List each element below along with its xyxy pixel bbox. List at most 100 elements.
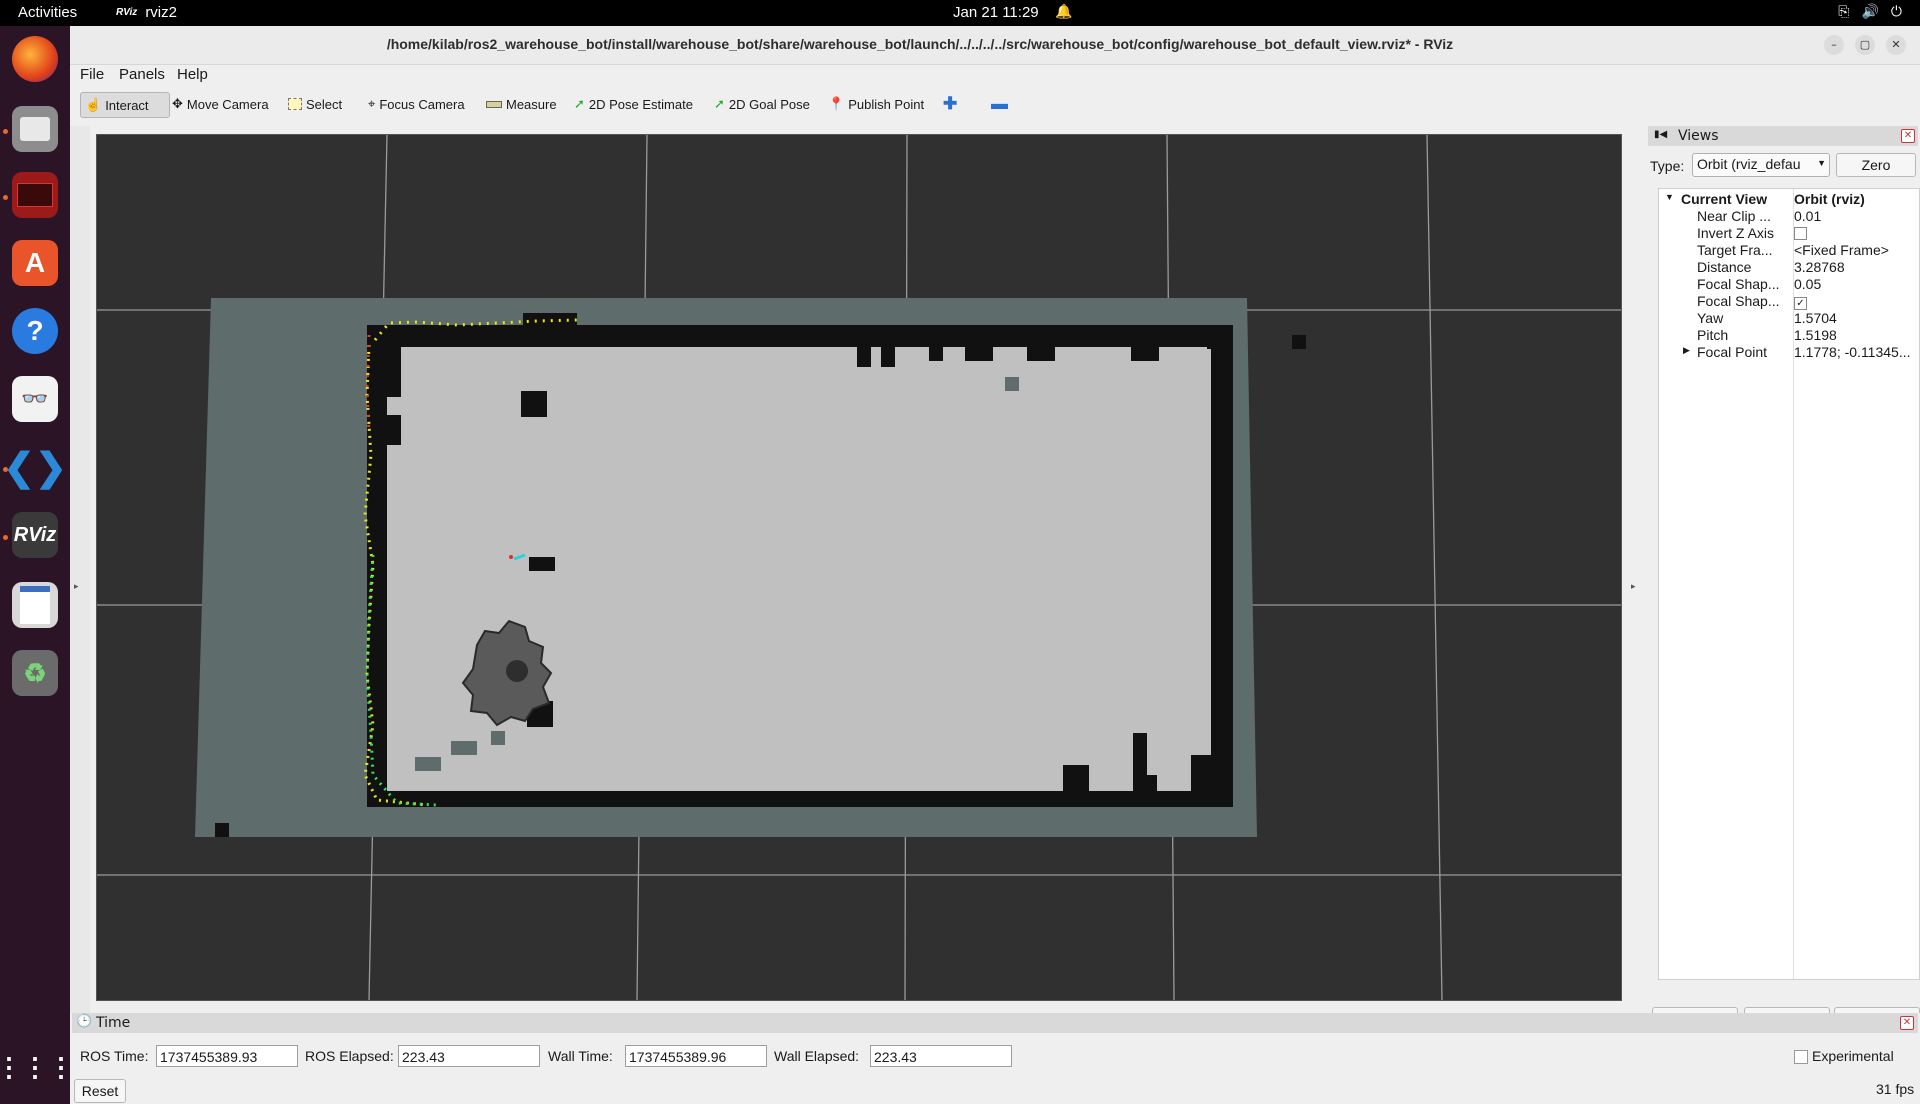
wall-elapsed-field[interactable]: 223.43 xyxy=(870,1045,1012,1067)
remove-tool-icon[interactable]: ▬ xyxy=(987,92,1012,116)
experimental-checkbox[interactable] xyxy=(1794,1050,1808,1064)
prop-row[interactable]: Near Clip ... 0.01 xyxy=(1659,208,1919,225)
tool-publish-point[interactable]: 📍 Publish Point xyxy=(824,92,928,116)
minimize-button[interactable]: – xyxy=(1824,35,1844,55)
wall-elapsed-label: Wall Elapsed: xyxy=(774,1048,860,1064)
active-app-indicator[interactable]: RViz rviz2 xyxy=(116,4,177,21)
active-app-name: rviz2 xyxy=(145,4,177,21)
expand-left-icon[interactable]: ▸ xyxy=(74,582,79,592)
tree-row-current-view[interactable]: ▼ Current View Orbit (rviz) xyxy=(1659,191,1919,208)
time-panel-header[interactable]: 🕒 Time ✕ xyxy=(72,1013,1918,1033)
trash-icon[interactable]: ♻ xyxy=(12,650,58,696)
tool-interact-label: Interact xyxy=(105,97,149,113)
tool-move-camera[interactable]: ✥ Move Camera xyxy=(168,92,273,116)
invert-z-checkbox[interactable] xyxy=(1794,227,1807,240)
prop-row[interactable]: Invert Z Axis xyxy=(1659,225,1919,242)
invert-z-checkbox-cell[interactable] xyxy=(1794,225,1918,243)
tool-interact[interactable]: ☝ Interact xyxy=(80,92,170,118)
prop-key: Focal Shap... xyxy=(1697,293,1780,309)
views-panel-title: Views xyxy=(1678,128,1719,144)
menu-help[interactable]: Help xyxy=(177,66,208,83)
text-editor-icon[interactable] xyxy=(12,582,58,628)
prop-value[interactable]: 1.1778; -0.11345... xyxy=(1794,344,1918,360)
ros-time-label: ROS Time: xyxy=(80,1048,149,1064)
prop-row[interactable]: Focal Shap... 0.05 xyxy=(1659,276,1919,293)
tool-select[interactable]: Select xyxy=(284,92,346,116)
ruler-icon xyxy=(486,100,502,108)
time-panel: 🕒 Time ✕ ROS Time: 1737455389.93 ROS Ela… xyxy=(70,1013,1920,1104)
panel-grip-icon: ▮◀ xyxy=(1654,129,1668,140)
tool-focus-camera[interactable]: ⌖ Focus Camera xyxy=(364,92,469,116)
pose-marker xyxy=(509,555,513,559)
map-pin-icon: 📍 xyxy=(828,96,845,111)
fps-counter: 31 fps xyxy=(1876,1081,1915,1097)
view-type-select[interactable]: Orbit (rviz_defau ▼ xyxy=(1692,153,1830,177)
window-title: /home/kilab/ros2_warehouse_bot/install/w… xyxy=(386,36,1454,52)
running-indicator xyxy=(3,129,8,134)
close-button[interactable]: ✕ xyxy=(1886,35,1906,55)
prop-row[interactable]: Pitch 1.5198 xyxy=(1659,327,1919,344)
bell-icon: 🔔 xyxy=(1055,3,1073,19)
window-titlebar[interactable]: /home/kilab/ros2_warehouse_bot/install/w… xyxy=(70,26,1920,65)
help-icon[interactable]: ? xyxy=(12,308,58,354)
files-icon[interactable] xyxy=(12,106,58,152)
prop-value[interactable]: 0.05 xyxy=(1794,276,1918,292)
tool-focus-camera-label: Focus Camera xyxy=(379,96,465,112)
collapse-arrow-icon[interactable]: ▼ xyxy=(1665,192,1674,202)
goal-arrow-icon: ➚ xyxy=(714,96,725,111)
prop-key: Invert Z Axis xyxy=(1697,225,1775,241)
tool-measure[interactable]: Measure xyxy=(482,92,561,116)
volume-icon: 🔊 xyxy=(1861,3,1879,19)
current-view-type: Orbit (rviz) xyxy=(1794,191,1865,207)
prop-key: Distance xyxy=(1697,259,1752,275)
prop-row[interactable]: Yaw 1.5704 xyxy=(1659,310,1919,327)
prop-value[interactable]: 1.5198 xyxy=(1794,327,1918,343)
prop-value[interactable]: <Fixed Frame> xyxy=(1794,242,1918,258)
prop-value[interactable]: 1.5704 xyxy=(1794,310,1918,326)
zero-button[interactable]: Zero xyxy=(1836,153,1916,177)
reset-button[interactable]: Reset xyxy=(74,1079,126,1103)
ros-time-field[interactable]: 1737455389.93 xyxy=(156,1045,298,1067)
firefox-icon[interactable] xyxy=(12,36,58,82)
tool-measure-label: Measure xyxy=(506,96,557,112)
focal-shape-checkbox[interactable]: ✓ xyxy=(1794,297,1807,310)
expand-right-icon[interactable]: ▸ xyxy=(1631,582,1636,592)
vscode-icon[interactable]: ❮❯ xyxy=(3,444,67,490)
clock[interactable]: Jan 21 11:29 xyxy=(953,4,1039,21)
add-tool-icon[interactable]: ✚ xyxy=(939,92,961,116)
maximize-button[interactable]: ▢ xyxy=(1855,35,1875,55)
tool-2d-goal-pose[interactable]: ➚ 2D Goal Pose xyxy=(710,92,814,116)
terminal-icon[interactable] xyxy=(12,172,58,218)
system-tray[interactable]: ⎘ 🔊 ⏻ xyxy=(1838,3,1902,20)
prop-row[interactable]: Distance 3.28768 xyxy=(1659,259,1919,276)
activities-button[interactable]: Activities xyxy=(18,4,77,21)
prop-key: Near Clip ... xyxy=(1697,208,1771,224)
prop-key: Focal Shap... xyxy=(1697,276,1780,292)
prop-value[interactable]: 3.28768 xyxy=(1794,259,1918,275)
menu-panels[interactable]: Panels xyxy=(119,66,165,83)
prop-row[interactable]: Target Fra... <Fixed Frame> xyxy=(1659,242,1919,259)
rviz-dock-icon[interactable]: RViz xyxy=(12,512,58,558)
show-apps-icon[interactable]: ⋮⋮⋮ xyxy=(0,1044,74,1090)
running-indicator xyxy=(3,195,8,200)
application-dock: A ? 👓 ❮❯ RViz ♻ ⋮⋮⋮ xyxy=(0,26,74,1104)
tool-pose-estimate-label: 2D Pose Estimate xyxy=(588,96,693,112)
prop-row[interactable]: Focal Shap... ✓ xyxy=(1659,293,1919,310)
menu-file[interactable]: File xyxy=(80,66,104,83)
prop-value[interactable]: 0.01 xyxy=(1794,208,1918,224)
ros-elapsed-field[interactable]: 223.43 xyxy=(398,1045,540,1067)
views-panel-header[interactable]: ▮◀ Views ✕ xyxy=(1648,126,1918,146)
document-viewer-icon[interactable]: 👓 xyxy=(12,376,58,422)
app-center-icon[interactable]: A xyxy=(12,240,58,286)
prop-row[interactable]: ▶ Focal Point 1.1778; -0.11345... xyxy=(1659,344,1919,361)
close-time-panel-icon[interactable]: ✕ xyxy=(1900,1016,1914,1030)
expand-arrow-icon[interactable]: ▶ xyxy=(1683,345,1690,356)
focal-shape-checkbox-cell[interactable]: ✓ xyxy=(1794,293,1918,310)
move-icon: ✥ xyxy=(172,96,183,111)
3d-render-viewport[interactable] xyxy=(96,134,1622,1001)
tool-2d-pose-estimate[interactable]: ➚ 2D Pose Estimate xyxy=(570,92,697,116)
close-views-panel-icon[interactable]: ✕ xyxy=(1901,129,1915,143)
view-type-label: Type: xyxy=(1650,158,1685,174)
left-dock-splitter[interactable]: ▸ xyxy=(70,126,90,1026)
wall-time-field[interactable]: 1737455389.96 xyxy=(625,1045,767,1067)
